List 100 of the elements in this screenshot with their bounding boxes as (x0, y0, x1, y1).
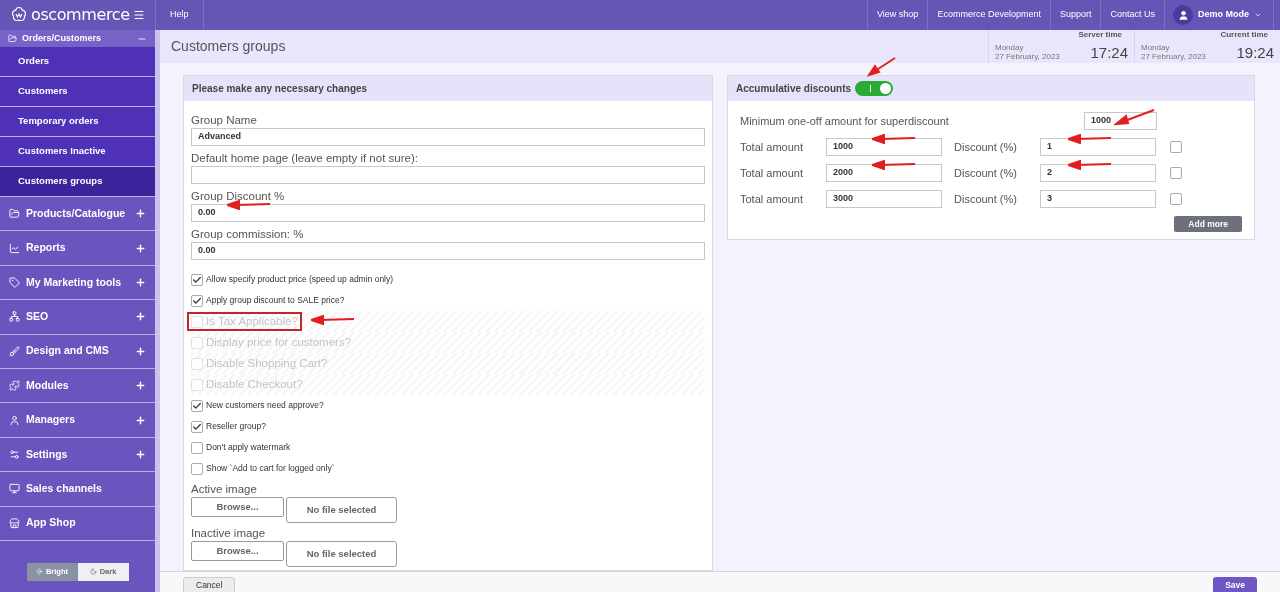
time-day: Monday (995, 43, 1060, 52)
discount-field[interactable]: 2 (1040, 164, 1156, 182)
time-label: Server time (1077, 30, 1123, 40)
browse-button[interactable]: Browse... (191, 497, 284, 517)
field-label: Group Discount % (191, 189, 286, 204)
folder-icon (8, 34, 17, 43)
time-date: 27 February, 2023 (1141, 52, 1206, 61)
item-label: Reports (26, 240, 67, 256)
field-label: Active image (191, 482, 258, 497)
annotation-arrow (1068, 160, 1112, 170)
expand-icon (135, 242, 146, 254)
cancel-button[interactable]: Cancel (183, 577, 236, 592)
checkbox[interactable] (191, 420, 203, 433)
text-field[interactable] (191, 166, 705, 184)
item-label: App Shop (26, 515, 77, 531)
annotation-arrow (227, 200, 271, 210)
sidebar-subitem[interactable]: Customers (0, 77, 155, 107)
amount-field[interactable]: 2000 (826, 164, 942, 182)
user-name: Demo Mode (1198, 8, 1249, 22)
annotation-arrow (1068, 134, 1112, 144)
logo-text: oscommerce (31, 4, 130, 26)
item-label: My Marketing tools (26, 274, 123, 290)
annotation-arrow (311, 315, 355, 325)
nav-icon (9, 208, 20, 220)
checkbox[interactable] (1170, 167, 1182, 179)
browse-button[interactable]: Browse... (191, 541, 284, 561)
field-label: Total amount (740, 139, 804, 155)
field-label: Discount (%) (954, 191, 1018, 207)
nav-icon (9, 311, 20, 323)
file-status: No file selected (286, 497, 397, 523)
file-status: No file selected (286, 541, 397, 567)
expand-icon (135, 380, 146, 392)
menu-icon[interactable] (133, 9, 145, 21)
caret-icon (1254, 11, 1262, 19)
checkbox-label: Disable Checkout? (206, 376, 303, 392)
time-date: 27 February, 2023 (995, 52, 1060, 61)
text-field[interactable]: 0.00 (191, 242, 705, 260)
checkbox[interactable] (191, 399, 203, 412)
annotation-arrow (872, 160, 916, 170)
discount-field[interactable]: 1 (1040, 138, 1156, 156)
field-label: Default home page (leave empty if not sure): (191, 151, 419, 166)
checkbox-label: Reseller group? (206, 420, 266, 433)
checkbox-label: Is Tax Applicable? (206, 313, 298, 329)
checkbox-label: Show `Add to cart for logged only` (206, 462, 335, 475)
nav-icon (9, 242, 20, 254)
sidebar-section[interactable]: Orders/Customers (0, 30, 155, 47)
checkbox[interactable] (191, 441, 203, 454)
field-label: Inactive image (191, 526, 267, 541)
checkbox[interactable] (1170, 141, 1182, 153)
checkbox[interactable] (1170, 193, 1182, 205)
item-label: SEO (26, 309, 50, 324)
field-label: Group Name (191, 113, 258, 128)
panel-title: Accumulative discounts (736, 82, 852, 96)
field-label: Discount (%) (954, 139, 1018, 155)
time-label: Current time (1219, 30, 1269, 40)
checkbox-label: Apply group discount to SALE price? (206, 294, 345, 307)
nav-icon (9, 483, 20, 495)
item-label: Modules (26, 377, 70, 393)
sidebar-subitem[interactable]: Customers Inactive (0, 137, 155, 167)
add-more-button[interactable]: Add more (1174, 216, 1242, 232)
toggle-switch[interactable] (855, 81, 894, 96)
checkbox[interactable] (191, 273, 203, 286)
sidebar-subitem[interactable]: Customers groups (0, 167, 155, 197)
item-label: Products/Catalogue (26, 205, 127, 221)
checkbox-label: New customers need approve? (206, 399, 324, 412)
panel-title: Please make any necessary changes (192, 82, 368, 96)
checkbox-label: Disable Shopping Cart? (206, 355, 328, 371)
nav-icon (9, 517, 20, 529)
checkbox-label: Display price for customers? (206, 334, 352, 350)
field-label: Minimum one-off amount for superdiscount (740, 113, 950, 129)
checkbox[interactable] (191, 462, 203, 475)
sidebar-subitem[interactable]: Orders (0, 47, 155, 77)
field-label: Total amount (740, 191, 804, 207)
text-field[interactable]: 0.00 (191, 204, 705, 222)
nav-icon (9, 276, 20, 288)
nav-icon (9, 380, 20, 392)
discount-field[interactable]: 3 (1040, 190, 1156, 208)
time-value: 17:24 (1090, 44, 1128, 61)
save-button[interactable]: Save (1213, 577, 1257, 592)
checkbox[interactable] (191, 294, 203, 307)
expand-icon (135, 208, 146, 220)
time-value: 19:24 (1236, 44, 1274, 61)
sidebar-subitem[interactable]: Temporary orders (0, 107, 155, 137)
expand-icon (135, 276, 146, 288)
amount-field[interactable]: 3000 (826, 190, 942, 208)
item-label: Design and CMS (26, 343, 110, 359)
amount-field[interactable]: 1000 (1084, 112, 1157, 130)
nav-icon (9, 448, 20, 460)
field-label: Group commission: % (191, 227, 305, 242)
text-field[interactable]: Advanced (191, 128, 705, 146)
annotation-arrow (1114, 108, 1156, 126)
amount-field[interactable]: 1000 (826, 138, 942, 156)
expand-icon (135, 448, 146, 460)
nav-icon (9, 414, 20, 426)
avatar-icon (1173, 5, 1193, 25)
checkbox-label: Don't apply watermark (206, 441, 291, 454)
expand-icon (135, 311, 146, 323)
time-day: Monday (1141, 43, 1206, 52)
moon-icon (89, 568, 97, 576)
expand-icon (135, 345, 146, 357)
